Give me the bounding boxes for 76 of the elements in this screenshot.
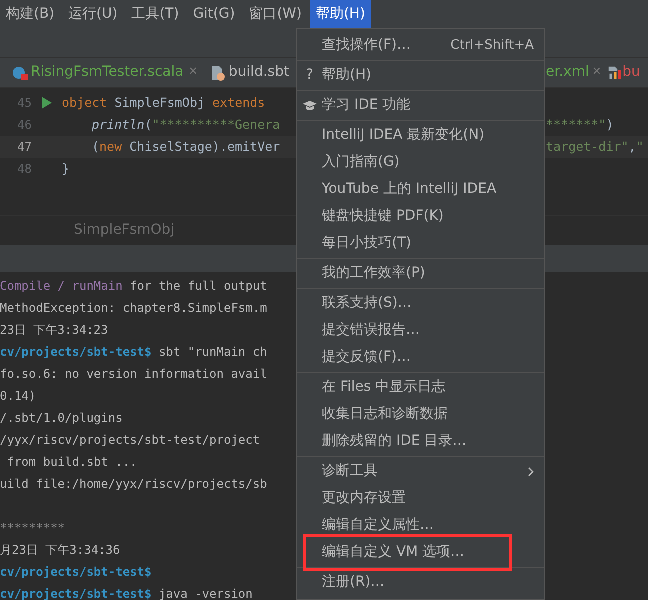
tab-label: build.sbt	[228, 63, 290, 82]
menu-option[interactable]: 查找操作(F)… Ctrl+Shift+A	[297, 32, 544, 59]
run-icon[interactable]	[42, 97, 52, 109]
terminal-text: 23日 下午3:34:23	[0, 322, 108, 339]
question-mark: ?	[306, 66, 314, 85]
menu-option[interactable]: 键盘快捷键 PDF(K)	[297, 203, 544, 230]
line-number: 45	[16, 95, 32, 112]
menu-option[interactable]: YouTube 上的 IntelliJ IDEA	[297, 176, 544, 203]
terminal-text: /.sbt/1.0/plugins	[0, 410, 123, 427]
terminal-text: cv/projects/sbt-test$	[0, 564, 152, 581]
line-number: 48	[16, 161, 32, 178]
menu-item[interactable]: 构建(B)	[0, 0, 61, 28]
terminal-text: 月23日 下午3:34:36	[0, 542, 120, 559]
terminal-text: cv/projects/sbt-test$	[0, 344, 152, 361]
code-token: ,	[628, 138, 636, 156]
code-token: (	[144, 116, 152, 134]
menu-option[interactable]: 编辑自定义属性…	[297, 512, 544, 539]
code-token: target-dir"	[546, 138, 629, 156]
menu-item[interactable]: 窗口(W)	[243, 0, 308, 28]
terminal-text: Compile / runMain	[0, 278, 123, 295]
tab-label: RisingFsmTester.scala	[31, 63, 184, 82]
code-token: println	[92, 116, 145, 134]
terminal-text: for the full output	[129, 278, 268, 295]
menu-option[interactable]: ? 帮助(H)	[297, 62, 544, 89]
code-token: (	[92, 138, 100, 156]
menu-option[interactable]: 提交错误报告…	[297, 317, 544, 344]
tab-label: er.xml	[546, 63, 590, 82]
code-token: new	[100, 138, 124, 156]
menu-item[interactable]: Git(G)	[187, 0, 242, 28]
code-token: object	[62, 94, 108, 112]
tab-label: bu	[622, 63, 640, 82]
menu-option[interactable]: IntelliJ IDEA 最新变化(N)	[297, 122, 544, 149]
menu-option[interactable]: 提交反馈(F)…	[297, 344, 544, 371]
menu-option[interactable]: 联系支持(S)…	[297, 290, 544, 317]
menu-option[interactable]: 每日小技巧(T)	[297, 230, 544, 257]
shortcut: Ctrl+Shift+A	[450, 36, 534, 55]
code-token: ChiselStage).emitVer	[130, 138, 280, 156]
menu-option[interactable]: 诊断工具	[297, 458, 544, 485]
menu-option[interactable]: 我的工作效率(P)	[297, 260, 544, 287]
editor-tab[interactable]: RisingFsmTester.scala ✕	[12, 58, 198, 87]
menu-option[interactable]: 更改内存设置	[297, 485, 544, 512]
chevron-right-icon	[528, 466, 534, 476]
graduation-cap-icon	[303, 100, 317, 110]
menu-option[interactable]: 学习 IDE 功能	[297, 92, 544, 119]
terminal-text: *********	[0, 520, 66, 537]
line-number: 46	[16, 117, 32, 134]
menu-option[interactable]: 入门指南(G)	[297, 149, 544, 176]
menu-option[interactable]: 在 Files 中显示日志	[297, 374, 544, 401]
breadcrumb[interactable]: SimpleFsmObj	[74, 220, 175, 241]
terminal-text: MethodException: chapter8.SimpleFsm.m	[0, 300, 268, 317]
editor-tab[interactable]: er.xml ✕	[546, 58, 602, 87]
scala-file-icon	[12, 64, 28, 80]
file-icon	[210, 64, 226, 80]
code-token: "	[636, 138, 644, 156]
menu-option[interactable]: 收集日志和诊断数据	[297, 401, 544, 428]
terminal-text: /yyx/riscv/projects/sbt-test/project	[0, 432, 260, 449]
menu-item[interactable]: 运行(U)	[62, 0, 124, 28]
code-token: SimpleFsmObj	[114, 94, 206, 112]
menu-item[interactable]: 工具(T)	[126, 0, 186, 28]
terminal-text: from build.sbt ...	[6, 454, 138, 471]
code-token: }	[62, 160, 70, 178]
terminal-text: uild file:/home/yyx/riscv/projects/sb	[0, 476, 268, 493]
bar-chart-icon	[608, 64, 622, 80]
code-token: "**********Genera	[152, 116, 280, 134]
menu-option[interactable]: 注册(R)…	[297, 569, 544, 596]
terminal-text: 0.14)	[0, 388, 36, 405]
code-token: *******"	[546, 116, 606, 134]
editor-tab[interactable]: build.sbt	[210, 58, 290, 87]
code-token: extends	[212, 94, 266, 112]
code-token: )	[606, 116, 614, 134]
menu-option[interactable]: 删除残留的 IDE 目录…	[297, 428, 544, 455]
menu-item[interactable]: 帮助(H)	[310, 0, 372, 28]
line-number: 47	[16, 139, 32, 156]
menu-option[interactable]: 编辑自定义 VM 选项…	[297, 539, 544, 566]
terminal-text: fo.so.6: no version information avail	[0, 366, 268, 383]
terminal-text: sbt "runMain ch	[158, 344, 268, 361]
